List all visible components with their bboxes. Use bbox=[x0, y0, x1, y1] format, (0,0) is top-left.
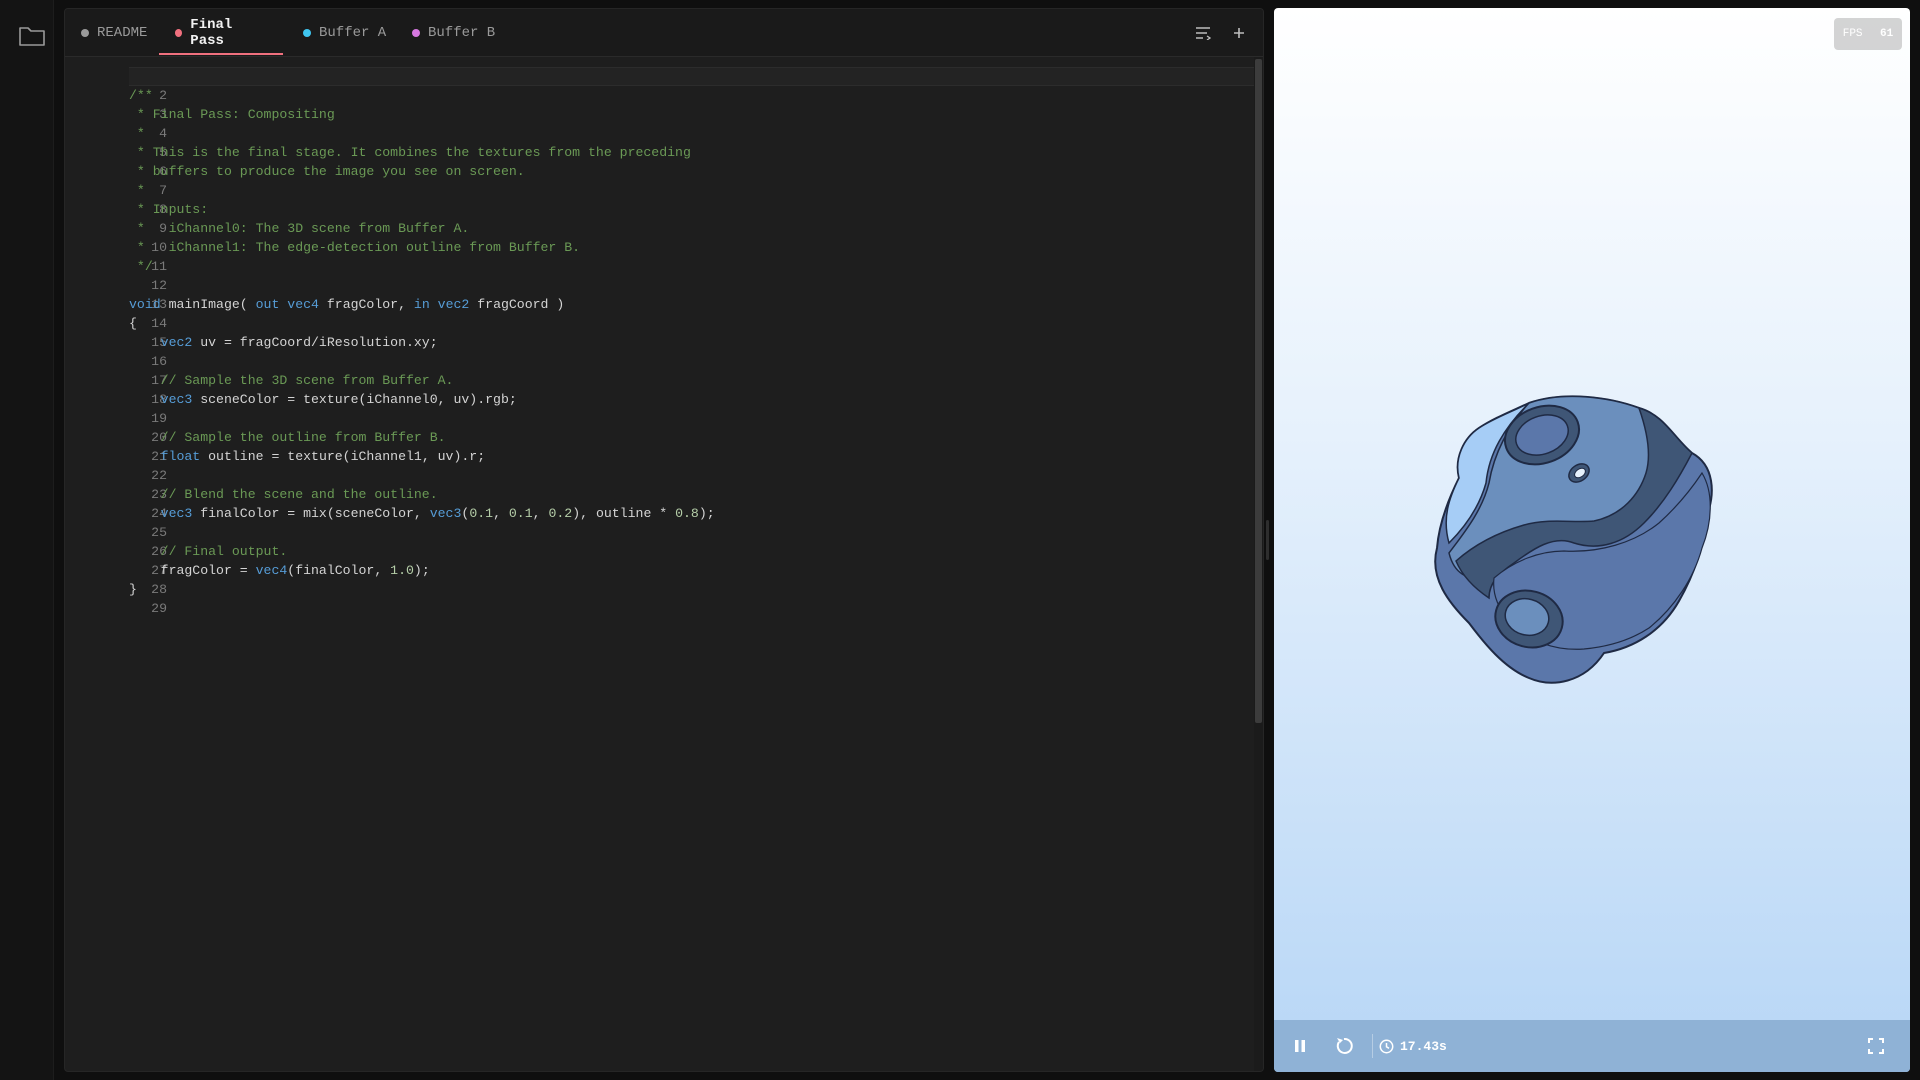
code-line[interactable]: // Sample the outline from Buffer B. bbox=[129, 428, 1263, 447]
wrap-lines-button[interactable] bbox=[1185, 15, 1221, 51]
code-line[interactable] bbox=[129, 276, 1263, 295]
tab-actions bbox=[1185, 9, 1257, 57]
code-line[interactable]: // Blend the scene and the outline. bbox=[129, 485, 1263, 504]
fps-value: 61 bbox=[1880, 28, 1894, 40]
code-line[interactable] bbox=[129, 409, 1263, 428]
restart-icon bbox=[1336, 1037, 1353, 1054]
tab-final-pass[interactable]: Final Pass bbox=[159, 9, 283, 57]
wrap-lines-icon bbox=[1196, 27, 1211, 40]
code-area[interactable]: 1234567891011121314151617181920212223242… bbox=[65, 57, 1263, 1071]
code-line[interactable]: * Final Pass: Compositing bbox=[129, 105, 1263, 124]
code-line[interactable]: } bbox=[129, 580, 1263, 599]
code-line[interactable]: */ bbox=[129, 257, 1263, 276]
tab-readme[interactable]: README bbox=[65, 9, 163, 57]
tab-label: Buffer B bbox=[428, 25, 496, 41]
panel-resize-handle[interactable] bbox=[1266, 520, 1269, 560]
rendered-shader-object bbox=[1434, 395, 1713, 684]
tab-buffer-a[interactable]: Buffer A bbox=[287, 9, 402, 57]
code-line[interactable]: * iChannel0: The 3D scene from Buffer A. bbox=[129, 219, 1263, 238]
code-line[interactable] bbox=[129, 352, 1263, 371]
clock-icon bbox=[1379, 1039, 1394, 1053]
code-line[interactable]: * buffers to produce the image you see o… bbox=[129, 162, 1263, 181]
code-line[interactable]: * Inputs: bbox=[129, 200, 1263, 219]
code-line[interactable] bbox=[129, 67, 1263, 86]
code-line[interactable]: fragColor = vec4(finalColor, 1.0); bbox=[129, 561, 1263, 580]
restart-button[interactable] bbox=[1322, 1024, 1366, 1068]
fps-counter: FPS 61 bbox=[1834, 18, 1902, 50]
tab-label: Final Pass bbox=[190, 17, 233, 49]
add-tab-button[interactable] bbox=[1221, 15, 1257, 51]
plus-icon bbox=[1234, 28, 1244, 38]
code-line[interactable]: // Sample the 3D scene from Buffer A. bbox=[129, 371, 1263, 390]
playback-controls: 17.43s bbox=[1274, 1020, 1910, 1072]
tab-dot bbox=[303, 29, 311, 37]
tab-dot bbox=[175, 29, 183, 37]
activity-rail bbox=[0, 0, 54, 1080]
code-lines[interactable]: /** * Final Pass: Compositing * * This i… bbox=[129, 67, 1263, 618]
tab-dot bbox=[412, 29, 420, 37]
code-line[interactable] bbox=[129, 523, 1263, 542]
pause-icon bbox=[1295, 1040, 1305, 1052]
code-line[interactable]: * bbox=[129, 181, 1263, 200]
tab-label: README bbox=[97, 25, 148, 41]
code-line[interactable]: * iChannel1: The edge-detection outline … bbox=[129, 238, 1263, 257]
shader-preview-panel: FPS 61 17.43s bbox=[1274, 8, 1910, 1072]
code-line[interactable] bbox=[129, 599, 1263, 618]
editor-scrollbar[interactable] bbox=[1254, 57, 1263, 1071]
tab-buffer-b[interactable]: Buffer B bbox=[396, 9, 511, 57]
code-line[interactable]: vec3 finalColor = mix(sceneColor, vec3(0… bbox=[129, 504, 1263, 523]
code-line[interactable]: float outline = texture(iChannel1, uv).r… bbox=[129, 447, 1263, 466]
pause-button[interactable] bbox=[1278, 1024, 1322, 1068]
code-line[interactable]: vec3 sceneColor = texture(iChannel0, uv)… bbox=[129, 390, 1263, 409]
code-editor-panel: README Final Pass Buffer A Buffer B 2 3 … bbox=[64, 8, 1264, 1072]
code-line[interactable]: void mainImage( out vec4 fragColor, in v… bbox=[129, 295, 1263, 314]
code-line[interactable]: /** bbox=[129, 86, 1263, 105]
folder-icon[interactable] bbox=[18, 24, 46, 48]
code-line[interactable] bbox=[129, 466, 1263, 485]
tab-label: Buffer A bbox=[319, 25, 387, 41]
control-separator bbox=[1372, 1034, 1373, 1058]
fps-label: FPS bbox=[1842, 28, 1863, 40]
elapsed-time-value: 17.43s bbox=[1400, 1038, 1447, 1054]
tab-dot bbox=[81, 29, 89, 37]
fullscreen-icon bbox=[1868, 1038, 1884, 1054]
code-line[interactable]: { bbox=[129, 314, 1263, 333]
elapsed-time: 17.43s bbox=[1379, 1039, 1447, 1054]
code-line[interactable]: vec2 uv = fragCoord/iResolution.xy; bbox=[129, 333, 1263, 352]
fullscreen-button[interactable] bbox=[1854, 1024, 1898, 1068]
code-line[interactable]: // Final output. bbox=[129, 542, 1263, 561]
tab-bar: README Final Pass Buffer A Buffer B bbox=[65, 9, 1263, 57]
scrollbar-thumb[interactable] bbox=[1255, 59, 1262, 723]
code-line[interactable]: * This is the final stage. It combines t… bbox=[129, 143, 1263, 162]
code-line[interactable]: * bbox=[129, 124, 1263, 143]
